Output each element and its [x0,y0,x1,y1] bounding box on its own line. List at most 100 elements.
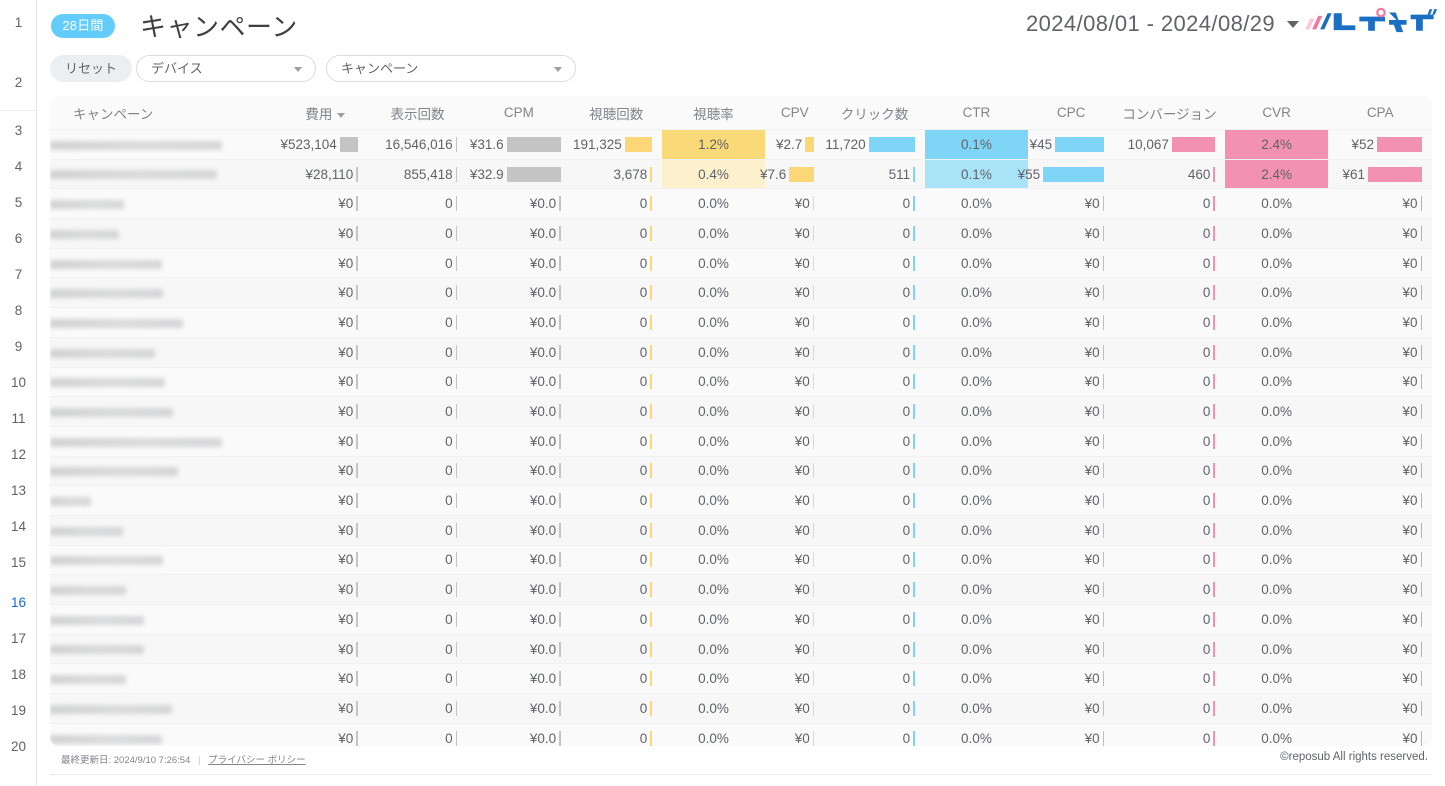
bar-cpc [1102,730,1105,746]
gutter-row-19[interactable]: 19 [0,698,37,722]
table-row[interactable]: ¥0 0 ¥0.0 0 0.0% ¥0 0 0.0% ¥0 0 0.0% ¥0 [50,336,1432,367]
gutter-row-14[interactable]: 14 [0,514,37,538]
gutter-row-1[interactable]: 1 [0,10,37,34]
cell-ctr: 0.0% [924,218,1029,249]
cell-impressions: 0 [367,277,468,308]
table-row[interactable]: ¥28,110 855,418 ¥32.9 3,678 0.4% ¥7.6 511 0.1% ¥… [50,158,1432,189]
bar-conversions [1213,671,1215,687]
gutter-row-10[interactable]: 10 [0,370,37,394]
gutter-row-label: 8 [14,302,23,318]
table-row[interactable]: ¥0 0 ¥0.0 0 0.0% ¥0 0 0.0% ¥0 0 0.0% ¥0 [50,366,1432,397]
cell-cpv: ¥0 [765,514,825,546]
table-row[interactable]: ¥0 0 ¥0.0 0 0.0% ¥0 0 0.0% ¥0 0 0.0% ¥0 [50,514,1432,546]
column-header-ctr[interactable]: CTR [924,96,1029,130]
value-cpc: ¥0 [1084,314,1100,330]
table-row[interactable]: ¥0 0 ¥0.0 0 0.0% ¥0 0 0.0% ¥0 0 0.0% ¥0 [50,722,1432,746]
column-header-clicks[interactable]: クリック数 [824,96,925,130]
table-row[interactable]: ¥0 0 ¥0.0 0 0.0% ¥0 0 0.0% ¥0 0 0.0% ¥0 [50,485,1432,516]
cell-clicks: 0 [824,366,925,397]
cell-cpm: ¥0.0 [467,544,571,575]
value-views: 0 [639,374,648,390]
cell-cpa: ¥0 [1328,574,1432,605]
table-row[interactable]: ¥0 0 ¥0.0 0 0.0% ¥0 0 0.0% ¥0 0 0.0% ¥0 [50,604,1432,635]
value-cpv: ¥0 [794,404,810,420]
cell-cpm: ¥0.0 [467,366,571,397]
column-header-conversions[interactable]: コンバージョン [1114,96,1225,130]
cell-cpv: ¥0 [765,693,825,724]
bar-impressions [455,552,458,568]
table-row[interactable]: ¥0 0 ¥0.0 0 0.0% ¥0 0 0.0% ¥0 0 0.0% ¥0 [50,218,1432,249]
redacted-campaign-name [50,378,165,388]
gutter-row-11[interactable]: 11 [0,406,37,430]
column-header-cvr[interactable]: CVR [1224,96,1329,130]
gutter-row-3[interactable]: 3 [0,118,37,142]
column-header-cpc[interactable]: CPC [1028,96,1115,130]
bar-cpv [812,463,815,479]
cell-vr: 0.0% [661,604,766,635]
table-row[interactable]: ¥0 0 ¥0.0 0 0.0% ¥0 0 0.0% ¥0 0 0.0% ¥0 [50,396,1432,427]
gutter-row-17[interactable]: 17 [0,626,37,650]
cell-cpv: ¥0 [765,544,825,575]
cell-campaign-name [50,247,283,278]
privacy-policy-link[interactable]: プライバシー ポリシー [208,755,305,766]
gutter-row-7[interactable]: 7 [0,262,37,286]
bar-cpc [1102,700,1105,716]
value-cpa: ¥0 [1402,225,1418,241]
gutter-row-20[interactable]: 20 [0,734,37,758]
bar-clicks [913,641,915,657]
redacted-campaign-name [50,556,163,566]
table-row[interactable]: ¥0 0 ¥0.0 0 0.0% ¥0 0 0.0% ¥0 0 0.0% ¥0 [50,455,1432,486]
cell-campaign-name [50,158,283,189]
column-header-cpv[interactable]: CPV [765,96,825,130]
gutter-row-5[interactable]: 5 [0,190,37,214]
column-header-campaign[interactable]: キャンペーン [50,96,283,130]
table-row[interactable]: ¥0 0 ¥0.0 0 0.0% ¥0 0 0.0% ¥0 0 0.0% ¥0 [50,425,1432,457]
column-header-views[interactable]: 視聴回数 [570,96,662,130]
date-range-label[interactable]: 2024/08/01 - 2024/08/29 [1026,11,1275,37]
table-row[interactable]: ¥0 0 ¥0.0 0 0.0% ¥0 0 0.0% ¥0 0 0.0% ¥0 [50,307,1432,338]
table-row[interactable]: ¥523,104 16,546,016 ¥31.6 191,325 1.2% ¥2.7 11… [50,129,1432,160]
cell-clicks: 0 [824,247,925,278]
gutter-row-2[interactable]: 2 [0,70,37,94]
gutter-row-8[interactable]: 8 [0,298,37,322]
gutter-row-6[interactable]: 6 [0,226,37,250]
value-cost: ¥0 [338,404,354,420]
gutter-row-18[interactable]: 18 [0,662,37,686]
gutter-row-12[interactable]: 12 [0,442,37,466]
reset-button[interactable]: リセット [50,55,133,82]
gutter-row-9[interactable]: 9 [0,334,37,358]
gutter-row-label: 15 [10,554,27,570]
column-header-cost[interactable]: 費用 [282,96,368,130]
cell-ctr: 0.1% [924,158,1029,189]
bar-cpv [812,225,815,241]
device-filter-select[interactable]: デバイス [136,55,316,82]
column-header-cpa[interactable]: CPA [1328,96,1432,130]
sort-descending-icon[interactable] [337,112,346,118]
column-header-impressions[interactable]: 表示回数 [367,96,468,130]
table-row[interactable]: ¥0 0 ¥0.0 0 0.0% ¥0 0 0.0% ¥0 0 0.0% ¥0 [50,544,1432,575]
table-row[interactable]: ¥0 0 ¥0.0 0 0.0% ¥0 0 0.0% ¥0 0 0.0% ¥0 [50,693,1432,724]
gutter-row-4[interactable]: 4 [0,154,37,178]
table-row[interactable]: ¥0 0 ¥0.0 0 0.0% ¥0 0 0.0% ¥0 0 0.0% ¥0 [50,663,1432,694]
table-row[interactable]: ¥0 0 ¥0.0 0 0.0% ¥0 0 0.0% ¥0 0 0.0% ¥0 [50,277,1432,308]
table-row[interactable]: ¥0 0 ¥0.0 0 0.0% ¥0 0 0.0% ¥0 0 0.0% ¥0 [50,574,1432,605]
cell-vr: 0.0% [661,455,766,486]
redacted-campaign-name [50,615,144,625]
value-cpa: ¥61 [1342,166,1365,182]
table-row[interactable]: ¥0 0 ¥0.0 0 0.0% ¥0 0 0.0% ¥0 0 0.0% ¥0 [50,188,1432,219]
value-cvr: 0.0% [1261,463,1293,479]
campaign-filter-select[interactable]: キャンペーン [326,55,576,82]
cell-ctr: 0.0% [924,307,1029,338]
cell-cpc: ¥0 [1028,366,1115,397]
chevron-down-icon[interactable] [1287,21,1299,28]
table-row[interactable]: ¥0 0 ¥0.0 0 0.0% ¥0 0 0.0% ¥0 0 0.0% ¥0 [50,633,1432,664]
column-header-cpm[interactable]: CPM [467,96,571,130]
gutter-row-15[interactable]: 15 [0,550,37,574]
column-header-vr[interactable]: 視聴率 [661,96,766,130]
table-row[interactable]: ¥0 0 ¥0.0 0 0.0% ¥0 0 0.0% ¥0 0 0.0% ¥0 [50,247,1432,278]
cell-campaign-name [50,663,283,694]
value-impressions: 0 [445,255,453,271]
gutter-row-13[interactable]: 13 [0,478,37,502]
app-root: 1 2 3 4 5 6 7 8 9 10 11 12 13 14 15 16 17 18 19 20 28日間 キャン… [0,0,1445,786]
gutter-row-16[interactable]: 16 [0,590,37,614]
